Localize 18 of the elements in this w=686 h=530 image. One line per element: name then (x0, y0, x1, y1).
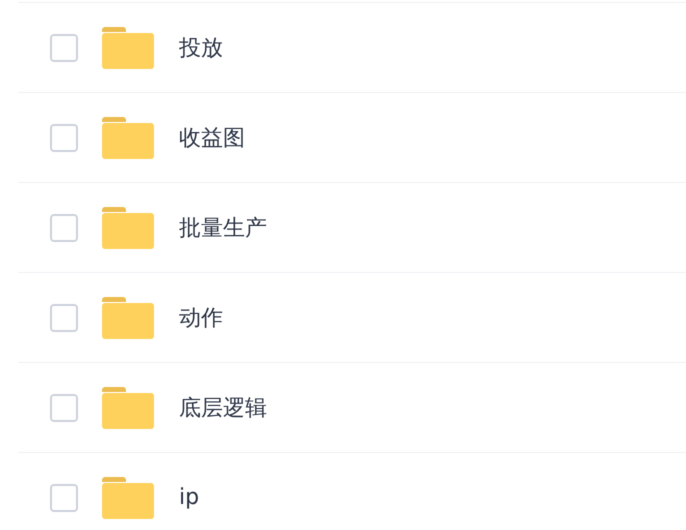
folder-name[interactable]: ip (179, 485, 200, 510)
folder-icon (102, 476, 154, 518)
folder-icon (102, 206, 154, 248)
folder-icon (102, 26, 154, 68)
folder-icon (102, 386, 154, 428)
checkbox[interactable] (50, 394, 78, 422)
folder-name[interactable]: 投放 (179, 32, 223, 62)
folder-name[interactable]: 底层逻辑 (179, 392, 267, 422)
checkbox[interactable] (50, 484, 78, 512)
folder-icon (102, 116, 154, 158)
checkbox[interactable] (50, 214, 78, 242)
checkbox[interactable] (50, 124, 78, 152)
checkbox[interactable] (50, 34, 78, 62)
folder-icon (102, 296, 154, 338)
folder-name[interactable]: 动作 (179, 302, 223, 332)
folder-name[interactable]: 批量生产 (179, 212, 267, 242)
folder-name[interactable]: 收益图 (179, 122, 245, 152)
checkbox[interactable] (50, 304, 78, 332)
